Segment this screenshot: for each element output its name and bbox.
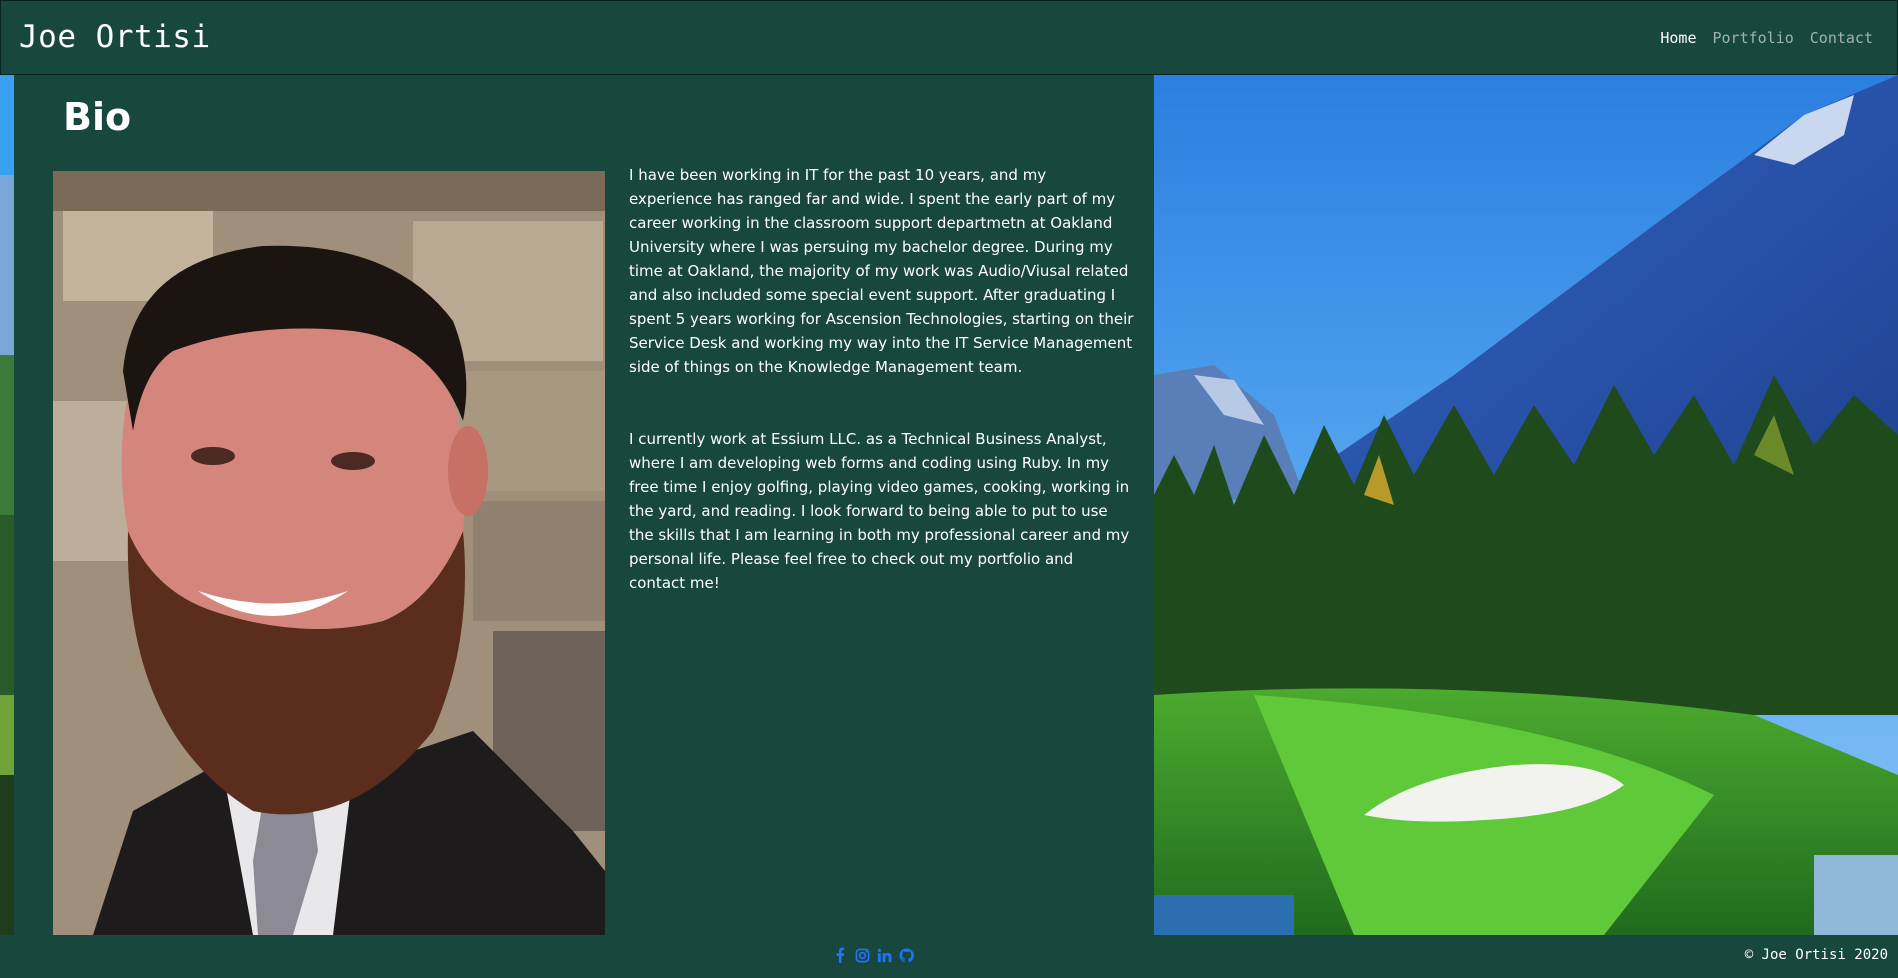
nav-link-portfolio[interactable]: Portfolio [1713, 29, 1794, 47]
bio-section: Bio I have been working in IT for the pa… [14, 75, 1154, 935]
instagram-icon[interactable] [854, 947, 870, 963]
linkedin-icon[interactable] [876, 947, 892, 963]
facebook-icon[interactable] [832, 947, 848, 963]
bio-paragraph: I currently work at Essium LLC. as a Tec… [629, 430, 1130, 592]
nav-link-contact[interactable]: Contact [1810, 29, 1873, 47]
background-scenery-golf-course [1154, 75, 1898, 935]
bio-heading: Bio [63, 95, 132, 139]
footer: © Joe Ortisi 2020 [0, 935, 1898, 978]
nav-links: Home Portfolio Contact [1660, 29, 1873, 47]
profile-photo [53, 171, 605, 935]
bio-paragraph: I have been working in IT for the past 1… [629, 166, 1134, 376]
background-scenery-left [0, 75, 14, 935]
brand-logo-text[interactable]: Joe Ortisi [19, 19, 211, 55]
nav-link-home[interactable]: Home [1660, 29, 1696, 47]
github-icon[interactable] [898, 947, 914, 963]
navbar: Joe Ortisi Home Portfolio Contact [0, 0, 1898, 75]
bio-text: I have been working in IT for the past 1… [629, 163, 1134, 643]
copyright-text: © Joe Ortisi 2020 [1744, 947, 1888, 963]
social-links [832, 947, 914, 963]
